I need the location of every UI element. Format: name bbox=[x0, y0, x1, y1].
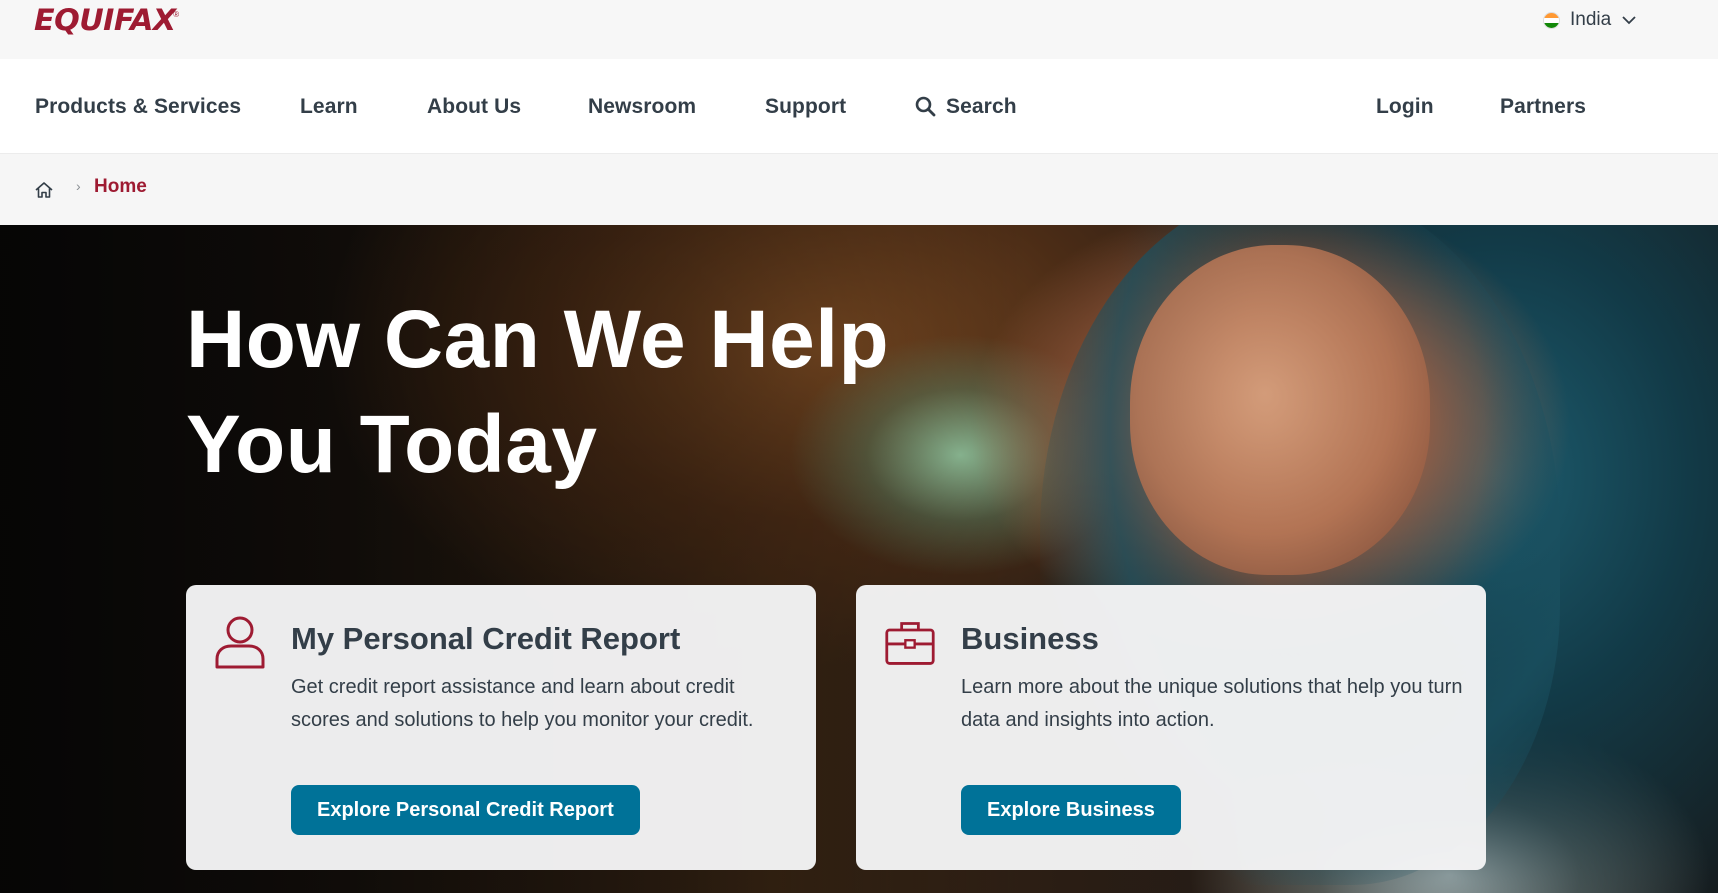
chevron-down-icon bbox=[1622, 16, 1636, 25]
top-utility-bar: EQUIFAX ® India bbox=[0, 0, 1718, 59]
home-icon[interactable] bbox=[34, 181, 54, 199]
card-title: Business bbox=[961, 621, 1099, 656]
explore-business-button[interactable]: Explore Business bbox=[961, 785, 1181, 835]
briefcase-icon bbox=[885, 622, 935, 665]
nav-search[interactable]: Search bbox=[915, 59, 1017, 154]
nav-support[interactable]: Support bbox=[765, 59, 846, 154]
nav-search-label: Search bbox=[946, 94, 1017, 118]
hero-title-line2: You Today bbox=[186, 399, 598, 490]
hero-banner: How Can We Help You Today My Personal Cr… bbox=[0, 225, 1718, 893]
explore-personal-credit-report-button[interactable]: Explore Personal Credit Report bbox=[291, 785, 640, 835]
nav-learn[interactable]: Learn bbox=[300, 59, 358, 154]
main-navigation: Products & Services Learn About Us Newsr… bbox=[0, 59, 1718, 154]
country-selector[interactable]: India bbox=[1543, 6, 1637, 34]
hero-title-line1: How Can We Help bbox=[186, 294, 890, 385]
breadcrumb: › Home bbox=[0, 154, 1718, 225]
business-card: Business Learn more about the unique sol… bbox=[856, 585, 1486, 870]
personal-credit-card: My Personal Credit Report Get credit rep… bbox=[186, 585, 816, 870]
logo-text: EQUIFAX bbox=[34, 3, 176, 37]
breadcrumb-separator: › bbox=[76, 178, 81, 194]
hero-title: How Can We Help You Today bbox=[186, 287, 946, 497]
user-icon bbox=[215, 616, 265, 669]
india-flag-icon bbox=[1543, 11, 1560, 29]
search-icon bbox=[915, 96, 936, 117]
equifax-logo[interactable]: EQUIFAX ® bbox=[34, 2, 179, 38]
nav-partners[interactable]: Partners bbox=[1500, 59, 1586, 154]
nav-login[interactable]: Login bbox=[1376, 59, 1434, 154]
nav-about-us[interactable]: About Us bbox=[427, 59, 521, 154]
nav-products-services[interactable]: Products & Services bbox=[35, 59, 241, 154]
card-description: Get credit report assistance and learn a… bbox=[291, 676, 754, 731]
card-description: Learn more about the unique solutions th… bbox=[961, 676, 1463, 731]
country-label: India bbox=[1570, 9, 1612, 30]
nav-newsroom[interactable]: Newsroom bbox=[588, 59, 696, 154]
card-title: My Personal Credit Report bbox=[291, 621, 681, 656]
breadcrumb-current[interactable]: Home bbox=[94, 176, 147, 198]
